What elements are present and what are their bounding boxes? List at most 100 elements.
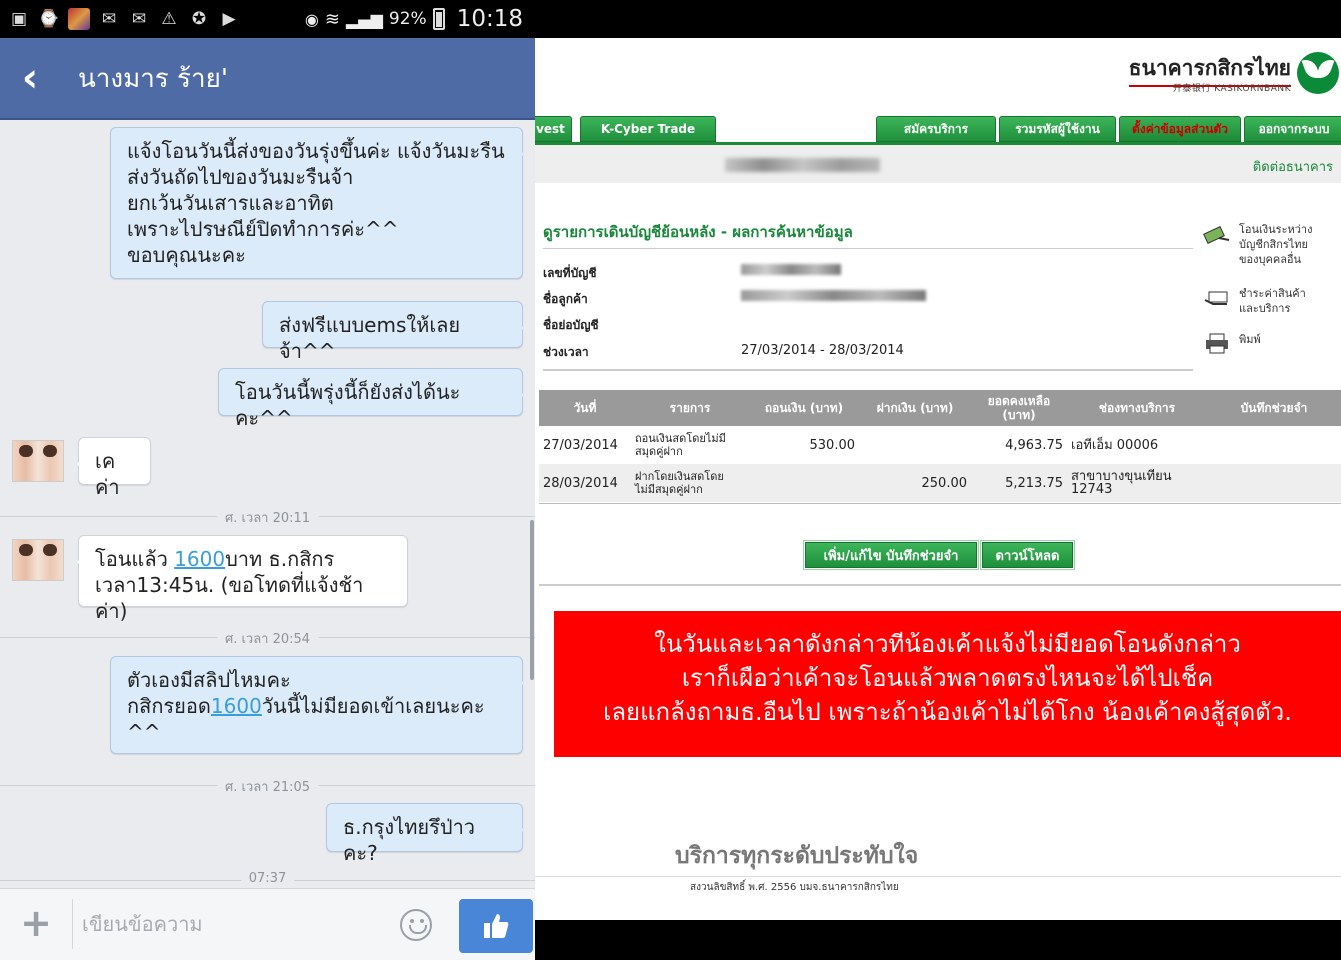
cell-memo [1207, 464, 1341, 502]
message-bubble-outgoing[interactable]: แจ้งโอนวันนี้ส่งของวันรุ่งขึ้นค่ะ แจ้งวั… [110, 127, 524, 279]
messenger-screen: ▣ ⌚ ✉ ✉ ⚠ ✪ ▶ ◉ ≋ ▂▄▆ 92% 10:18 ‹ นางมาร… [0, 0, 535, 960]
cell-withdrawal [749, 464, 859, 502]
back-arrow-icon[interactable]: ‹ [0, 37, 60, 119]
status-right: ◉ ≋ ▂▄▆ 92% 10:18 [305, 0, 523, 38]
composer-divider [72, 899, 73, 949]
time-divider-label: ศ. เวลา 20:54 [216, 628, 319, 649]
cell-channel: เอทีเอ็ม 00006 [1067, 426, 1207, 464]
time-divider: 07:37 [0, 870, 535, 890]
contact-avatar[interactable] [12, 539, 64, 581]
customer-name-label: ชื่อลูกค้า [543, 292, 588, 306]
bank-logo-subtext: 开泰银行 KASIKORNBANK [1172, 84, 1291, 94]
cell-date: 28/03/2014 [539, 464, 631, 502]
message-bubble-outgoing[interactable]: ส่งฟรีแบบemsให้เลยจ้า^^ [262, 301, 524, 363]
table-row: 27/03/2014 ถอนเงินสดโดยไม่มี สมุดคู่ฝาก … [539, 426, 1341, 464]
time-divider-label: ศ. เวลา 21:05 [216, 776, 319, 797]
account-number-label: เลขที่บัญชี [543, 266, 597, 280]
wifi-icon: ≋ [324, 8, 340, 30]
contact-avatar[interactable] [12, 440, 64, 482]
period-value: 27/03/2014 - 28/03/2014 [741, 343, 904, 358]
chat-title: นางมาร ร้าย' [78, 63, 228, 94]
side-link-payment[interactable]: ชำระค่าสินค้า และบริการ [1203, 286, 1306, 316]
phone-number-link[interactable]: 1600 [174, 547, 225, 571]
username-redacted [725, 158, 880, 172]
message-bubble-outgoing[interactable]: โอนวันนี้พรุ่งนี้ก็ยังส่งได้นะคะ^^ [218, 368, 524, 430]
divider [539, 503, 1341, 504]
tab-k-cyber-trade[interactable]: K-Cyber Trade [580, 116, 716, 142]
table-header-row: วันที่ รายการ ถอนเงิน (บาท) ฝากเงิน (บาท… [539, 390, 1341, 426]
tab-logout[interactable]: ออกจากระบบ [1244, 116, 1341, 142]
play-store-icon: ▶ [222, 9, 236, 29]
thumbs-up-icon [484, 914, 509, 938]
kasikorn-logo-icon [1297, 52, 1339, 94]
cell-date: 27/03/2014 [539, 426, 631, 464]
battery-percent: 92% [388, 9, 427, 29]
cell-balance: 4,963.75 [971, 426, 1067, 464]
column-header-channel: ช่องทางบริการ [1067, 390, 1207, 426]
bill-payment-icon [1204, 291, 1228, 305]
annotation-notice: ในวันและเวลาดังกล่าวทีน้องเค้าแจ้งไม่มีย… [554, 611, 1341, 757]
column-header-memo: บันทึกช่วยจำ [1207, 390, 1341, 426]
divider [535, 876, 1341, 877]
message-bubble-incoming[interactable]: โอนแล้ว 1600บาท ธ.กสิกร เวลา13:45น. (ขอโ… [77, 535, 408, 623]
divider [543, 248, 1193, 249]
message-bubble-incoming[interactable]: เคค่า [77, 437, 151, 499]
column-header-balance: ยอดคงเหลือ (บาท) [971, 390, 1067, 426]
message-input[interactable] [82, 907, 382, 941]
gallery-icon: ▣ [10, 9, 28, 29]
side-link-label: โอนเงินระหว่าง บัญชีกสิกรไทย ของบุคคลอื่… [1239, 223, 1313, 266]
like-button[interactable] [459, 899, 533, 953]
column-header-withdrawal: ถอนเงิน (บาท) [749, 390, 859, 426]
gmail-icon: ✉ [101, 9, 117, 29]
tab-profile-settings[interactable]: ตั้งค่าข้อมูลส่วนตัว [1119, 116, 1241, 142]
customer-name-redacted [741, 290, 926, 305]
message-bubble-outgoing[interactable]: ตัวเองมีสลิปไหมคะ กสิกรยอด1600วันนี้ไม่ม… [110, 656, 524, 754]
side-link-label: พิมพ์ [1239, 333, 1261, 346]
column-header-date: วันที่ [539, 390, 631, 426]
time-divider-label: 07:37 [240, 871, 295, 886]
signal-icon: ▂▄▆ [345, 9, 383, 29]
time-divider: ศ. เวลา 21:05 [0, 775, 535, 797]
cell-channel: สาขาบางขุนเทียน 12743 [1067, 464, 1207, 502]
message-bubble-outgoing[interactable]: ธ.กรุงไทยรึป่าวคะ? [326, 803, 524, 865]
tab-invest[interactable]: vest [535, 116, 572, 142]
message-text: โอนแล้ว [95, 547, 175, 571]
scrollbar[interactable] [530, 520, 534, 680]
composer: + [0, 888, 535, 960]
clock-notification-icon: ⌚ [38, 9, 60, 29]
cell-memo [1207, 426, 1341, 464]
cell-description: ฝากโดยเงินสดโดย ไม่มีสมุดคู่ฝาก [631, 464, 749, 502]
side-link-label: ชำระค่าสินค้า และบริการ [1239, 287, 1306, 315]
cell-deposit [859, 426, 971, 464]
user-bar [535, 145, 1341, 183]
column-header-description: รายการ [631, 390, 749, 426]
period-label: ช่วงเวลา [543, 345, 589, 359]
cell-description: ถอนเงินสดโดยไม่มี สมุดคู่ฝาก [631, 426, 749, 464]
download-button[interactable]: ดาวน์โหลด [980, 540, 1075, 570]
tab-register-service[interactable]: สมัครบริการ [876, 116, 996, 142]
phone-number-link[interactable]: 1600 [211, 694, 262, 718]
gmail-icon-2: ✉ [131, 9, 147, 29]
smiley-icon[interactable] [400, 909, 432, 941]
status-bar: ▣ ⌚ ✉ ✉ ⚠ ✪ ▶ ◉ ≋ ▂▄▆ 92% 10:18 [0, 0, 535, 38]
cell-balance: 5,213.75 [971, 464, 1067, 502]
page-title: ดูรายการเดินบัญชีย้อนหลัง - ผลการค้นหาข้… [543, 223, 853, 241]
bank-slogan: บริการทุกระดับประทับใจ [675, 843, 919, 869]
printer-icon [1206, 333, 1228, 354]
account-alias-label: ชื่อย่อบัญชี [543, 318, 599, 332]
contact-bank-link[interactable]: ติดต่อธนาคาร [1253, 156, 1333, 177]
clock: 10:18 [456, 6, 523, 32]
edit-memo-button[interactable]: เพิ่ม/แก้ไข บันทึกช่วยจำ [803, 540, 979, 570]
statement-table: วันที่ รายการ ถอนเงิน (บาท) ฝากเงิน (บาท… [539, 390, 1341, 502]
cell-withdrawal: 530.00 [749, 426, 859, 464]
bank-page: ธนาคารกสิกรไทย 开泰银行 KASIKORNBANK vest K-… [535, 38, 1341, 920]
side-link-print[interactable]: พิมพ์ [1203, 332, 1261, 354]
tab-profile-settings-label: ตั้งค่าข้อมูลส่วนตัว [1132, 121, 1228, 136]
plus-icon[interactable]: + [18, 904, 54, 942]
side-link-transfer[interactable]: โอนเงินระหว่าง บัญชีกสิกรไทย ของบุคคลอื่… [1203, 222, 1312, 267]
time-divider-label: ศ. เวลา 20:11 [216, 507, 319, 528]
money-transfer-icon [1203, 226, 1230, 244]
tab-user-ids[interactable]: รวมรหัสผู้ใช้งาน [999, 116, 1116, 142]
account-number-redacted [741, 264, 841, 279]
time-divider: ศ. เวลา 20:11 [0, 506, 535, 528]
